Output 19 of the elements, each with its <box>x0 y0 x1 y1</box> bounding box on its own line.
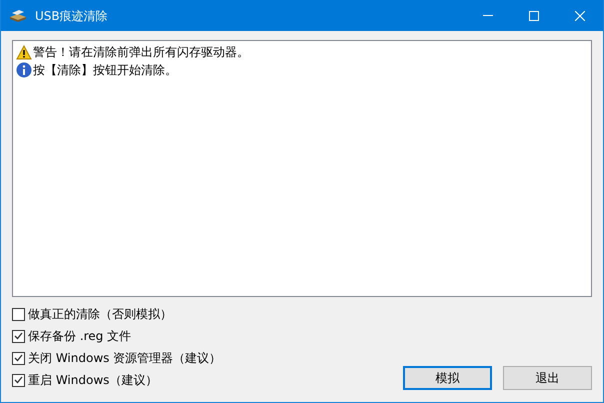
info-icon <box>16 62 32 78</box>
checkbox-label[interactable]: 关闭 Windows 资源管理器（建议） <box>28 349 222 367</box>
app-icon <box>9 8 27 22</box>
checkbox-label[interactable]: 做真正的清除（否则模拟） <box>28 305 172 323</box>
checkbox-label[interactable]: 重启 Windows（建议） <box>28 371 158 389</box>
dialog-button[interactable]: 退出 <box>503 366 592 390</box>
window-title: USB痕迹清除 <box>35 8 108 24</box>
dialog-button[interactable]: 模拟 <box>403 366 492 390</box>
maximize-icon <box>529 10 539 20</box>
log-message: 警告！请在清除前弹出所有闪存驱动器。 <box>33 44 249 61</box>
warning-icon <box>16 44 32 60</box>
log-message: 按【清除】按钮开始清除。 <box>33 62 177 79</box>
checkbox[interactable] <box>12 352 25 364</box>
checkbox-label[interactable]: 保存备份 .reg 文件 <box>28 327 132 345</box>
close-icon <box>575 10 585 20</box>
checkbox[interactable] <box>12 330 25 342</box>
checkbox[interactable] <box>12 308 25 320</box>
checkbox[interactable] <box>12 374 25 386</box>
minimize-icon <box>483 15 493 16</box>
